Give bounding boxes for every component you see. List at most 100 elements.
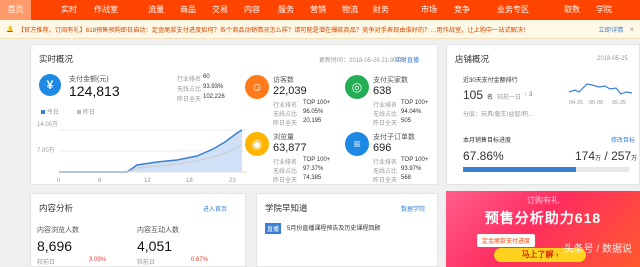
orders-rank-value: TOP 100+ xyxy=(401,157,429,163)
target-current-unit: 万 xyxy=(595,156,602,162)
promo-banner[interactable]: 订购有礼 预售分析助力618 定金尾款支付进度 马上了解 › 头条号 / 数据说 xyxy=(446,191,640,267)
target-total-value: 257 xyxy=(611,149,632,163)
x-tick-18: 18 xyxy=(186,178,193,184)
target-amount: 174万 / 257万 xyxy=(575,149,637,163)
target-title: 本月销售目标进度 xyxy=(463,138,512,144)
x-tick-12: 12 xyxy=(144,178,151,184)
target-progress-track xyxy=(463,167,629,172)
user-icon: ☺ xyxy=(245,75,269,99)
orders-rank-label: 行业排名 xyxy=(373,160,398,166)
target-progress: 67.86% xyxy=(463,149,504,163)
pageviews-value: 63,877 xyxy=(273,142,307,154)
pageviews-yesterday-label: 昨日全天 xyxy=(273,178,298,184)
payment-rank-value: 60 xyxy=(203,74,210,80)
nav-item-war-room[interactable]: 作战室 xyxy=(88,0,124,20)
visitors-yesterday-label: 昨日全天 xyxy=(273,121,298,127)
orders-wireless-value: 93.97% xyxy=(401,166,422,172)
payment-value: 124,813 xyxy=(69,83,120,99)
payment-yesterday-label: 昨日全天 xyxy=(177,97,202,103)
nav-item-service[interactable]: 服务 xyxy=(272,0,300,20)
eye-icon: ◉ xyxy=(245,132,269,156)
content-interact-compare: 较前日 xyxy=(137,260,156,266)
orders-yesterday-label: 昨日全天 xyxy=(373,178,398,184)
sparkline-date-2: 05-08 xyxy=(589,100,603,106)
close-icon[interactable]: × xyxy=(629,25,634,34)
realtime-title: 实时概况 xyxy=(39,54,74,64)
nav-item-traffic[interactable]: 流量 xyxy=(142,0,170,20)
nav-item-products[interactable]: 商品 xyxy=(174,0,202,20)
nav-item-logistics[interactable]: 物流 xyxy=(336,0,364,20)
buyers-wireless-label: 无线占比 xyxy=(373,112,398,118)
store-category: 分层：玩具/童车/益智/积... xyxy=(463,112,534,118)
nav-item-home[interactable]: 首页 xyxy=(0,0,31,20)
live-badge: 直播 xyxy=(265,223,282,234)
top-navigation: 首页 实时 作战室 流量 商品 交易 内容 服务 营销 物流 财务 市场 竞争 … xyxy=(0,0,640,20)
nav-item-finance[interactable]: 财务 xyxy=(367,0,395,20)
visitors-wireless-label: 无线占比 xyxy=(273,112,298,118)
store-rank-unit: 名 xyxy=(487,95,494,101)
academy-item[interactable]: 5月份直播课程预告及历史课程回顾 xyxy=(287,223,380,232)
announcement-text: 【官方推荐，订阅有礼】618预售预购即日启动：定金尾款支付进度如何？各个商品动销… xyxy=(17,26,530,34)
nav-item-competition[interactable]: 竞争 xyxy=(448,0,476,20)
realtime-live-link[interactable]: 实时直播 xyxy=(395,55,419,64)
arrow-up-icon: ↑ xyxy=(524,92,527,98)
content-interact-value: 4,051 xyxy=(137,238,173,254)
announcement-bar: 🔔 【官方推荐，订阅有礼】618预售预购即日启动：定金尾款支付进度如何？各个商品… xyxy=(0,20,640,39)
announcement-link[interactable]: 立即详情 xyxy=(599,25,624,34)
y-axis-mid-label: 7.00万 xyxy=(37,147,55,154)
nav-item-realtime[interactable]: 实时 xyxy=(55,0,83,20)
nav-item-content[interactable]: 内容 xyxy=(238,0,266,20)
visitors-value: 22,039 xyxy=(273,85,307,97)
target-current-value: 174 xyxy=(575,149,596,163)
edit-target-link[interactable]: 修改目标 xyxy=(611,135,635,144)
store-title: 店铺概况 xyxy=(455,54,490,64)
content-browse-value: 8,696 xyxy=(37,238,73,254)
store-rank-value: 105 xyxy=(463,88,484,102)
nav-item-transactions[interactable]: 交易 xyxy=(206,0,234,20)
content-title: 内容分析 xyxy=(39,203,74,213)
store-rank-change-value: 3 xyxy=(529,92,533,98)
store-rank-title: 近30天支付金额排行 xyxy=(463,78,518,84)
content-browse-delta: 3.09% xyxy=(89,257,107,263)
buyers-label: 支付买家数 xyxy=(373,77,408,84)
academy-link[interactable]: 数据学院 xyxy=(401,204,425,213)
realtime-overview-panel: 实时概况 更新时间：2018-05-26 21:30:05 实时直播 ¥ 支付金… xyxy=(30,44,438,185)
visitors-rank-label: 行业排名 xyxy=(273,103,298,109)
nav-item-business-zone[interactable]: 业务专区 xyxy=(491,0,535,20)
megaphone-icon: 🔔 xyxy=(6,26,14,33)
buyers-rank-value: TOP 100+ xyxy=(401,100,429,106)
nav-item-market[interactable]: 市场 xyxy=(415,0,443,20)
buyers-rank-label: 行业排名 xyxy=(373,103,398,109)
payment-wireless-label: 无线占比 xyxy=(177,87,202,93)
visitors-rank-value: TOP 100+ xyxy=(303,100,331,106)
target-progress-fill xyxy=(463,167,576,172)
buyers-yesterday-label: 昨日全天 xyxy=(373,121,398,127)
buyers-value: 638 xyxy=(373,85,392,97)
target-total-unit: 万 xyxy=(631,156,638,162)
store-rank-change-label: 较前一日 xyxy=(497,95,522,101)
target-separator: / xyxy=(604,149,608,163)
store-rank-sparkline: 04-26 05-08 05-25 xyxy=(569,83,633,106)
order-icon: ≡ xyxy=(345,132,369,156)
y-axis-top-label: 14.00万 xyxy=(37,121,58,128)
academy-title: 学院早知道 xyxy=(265,203,308,213)
promo-feature-pill: 定金尾款支付进度 xyxy=(477,234,536,247)
x-tick-0: 0 xyxy=(57,178,61,184)
payment-trend-chart: 14.00万 7.00万 0 6 12 18 23 xyxy=(37,121,247,184)
sparkline-date-1: 04-26 xyxy=(569,100,583,106)
yen-icon: ¥ xyxy=(39,74,61,96)
content-home-link[interactable]: 进入首页 xyxy=(203,204,227,213)
visitors-label: 访客数 xyxy=(273,77,294,84)
nav-item-marketing[interactable]: 营销 xyxy=(304,0,332,20)
nav-item-data-extract[interactable]: 取数 xyxy=(558,0,586,20)
legend-today: 今日 xyxy=(41,107,59,116)
buyers-yesterday-value: 505 xyxy=(401,118,412,124)
x-tick-6: 6 xyxy=(98,178,102,184)
buyer-icon: ◎ xyxy=(345,75,369,99)
academy-panel: 学院早知道 数据学院 直播 5月份直播课程预告及历史课程回顾 xyxy=(256,193,438,267)
orders-label: 支付子订单数 xyxy=(373,134,415,141)
sparkline-date-3: 05-25 xyxy=(612,100,626,106)
visitors-wireless-value: 96.05% xyxy=(303,109,324,115)
realtime-update-time: 更新时间：2018-05-26 21:30:05 xyxy=(319,58,405,64)
nav-item-academy[interactable]: 学院 xyxy=(590,0,618,20)
